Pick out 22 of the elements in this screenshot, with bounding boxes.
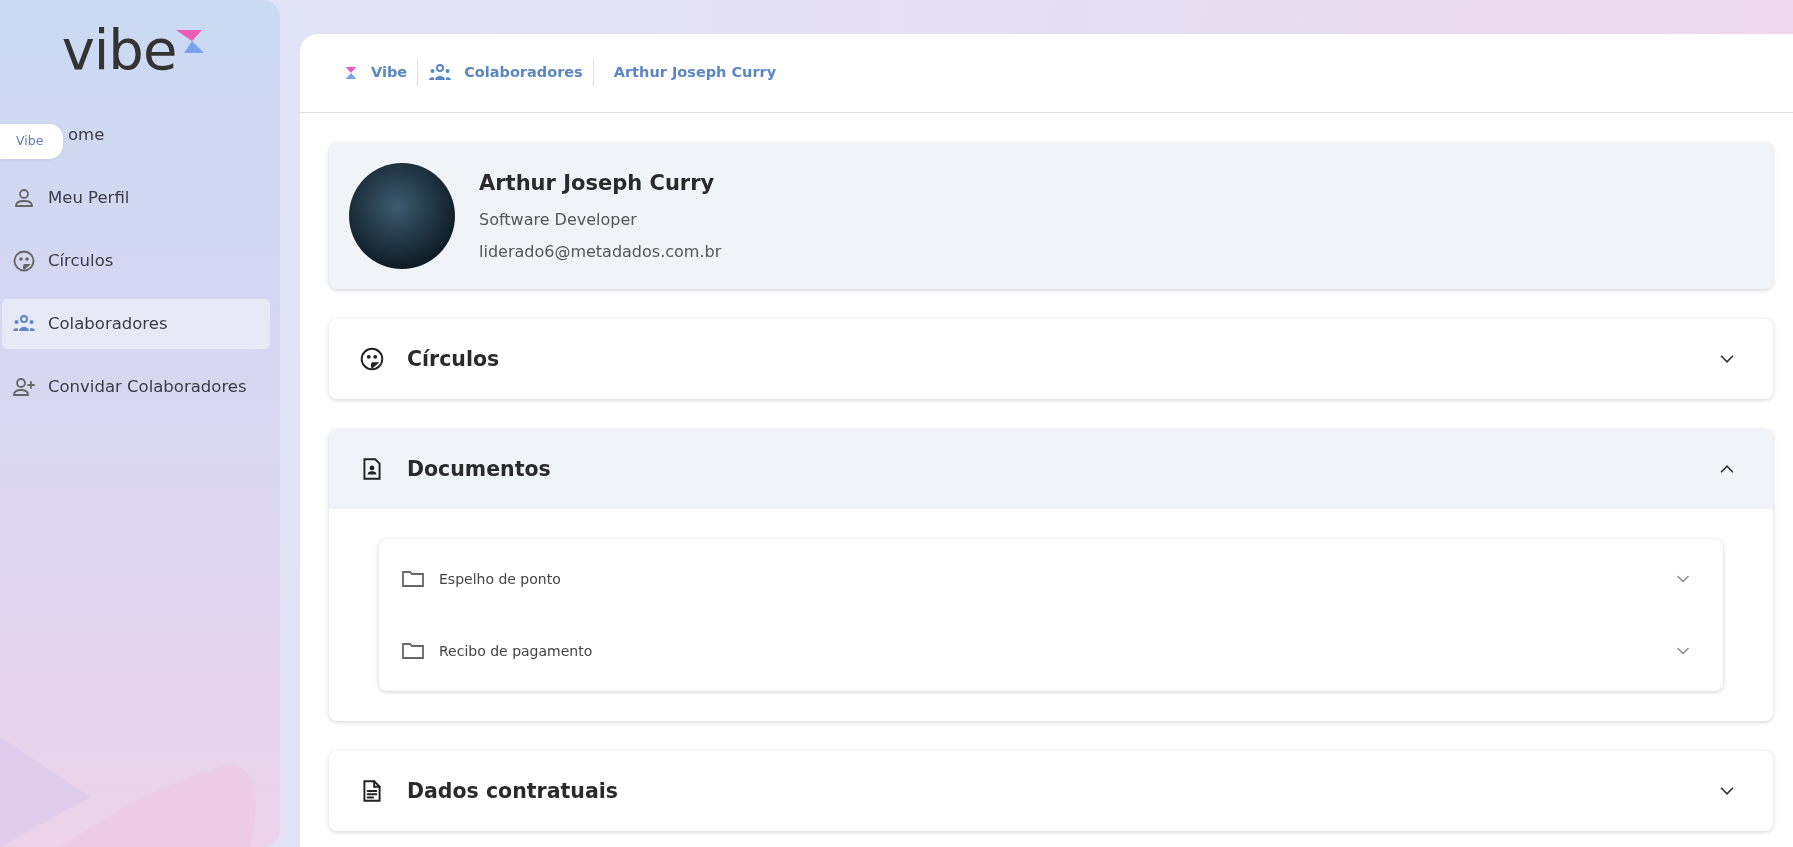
sidebar-item[interactable]: Colaboradores bbox=[2, 299, 270, 349]
face-circle-icon bbox=[12, 249, 36, 273]
folder-item[interactable]: Espelho de ponto bbox=[379, 543, 1723, 615]
sidebar-item[interactable]: Círculos bbox=[2, 236, 270, 286]
face-circle-icon bbox=[359, 346, 385, 372]
accordion-header[interactable]: Dados contratuais bbox=[329, 751, 1773, 831]
person-icon bbox=[12, 186, 36, 210]
breadcrumb-link[interactable]: Arthur Joseph Curry bbox=[593, 60, 787, 86]
sidebar-item[interactable]: Convidar Colaboradores bbox=[2, 362, 270, 412]
person-add-icon bbox=[12, 375, 36, 399]
profile-email: liderado6@metadados.com.br bbox=[479, 240, 722, 263]
profile-name: Arthur Joseph Curry bbox=[479, 170, 716, 198]
folder-item[interactable]: Recibo de pagamento bbox=[379, 615, 1723, 687]
logo-icon bbox=[343, 65, 359, 81]
breadcrumb-link[interactable]: Vibe bbox=[333, 60, 419, 86]
profile-role: Software Developer bbox=[479, 208, 638, 231]
tooltip: Vibe bbox=[0, 124, 64, 159]
sidebar-item[interactable]: Meu Perfil bbox=[2, 173, 270, 223]
vibe-logo: vibe bbox=[61, 22, 211, 78]
accordion-header[interactable]: Círculos bbox=[329, 319, 1773, 399]
breadcrumb-link[interactable]: Colaboradores bbox=[418, 60, 594, 86]
accordion-header[interactable]: Documentos bbox=[329, 429, 1773, 509]
